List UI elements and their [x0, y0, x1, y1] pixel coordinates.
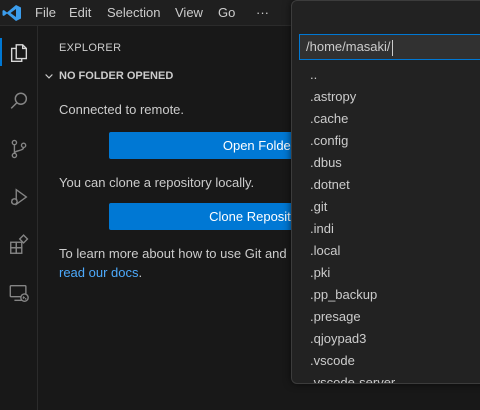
learn-text-end: . — [138, 265, 143, 280]
docs-link[interactable]: read our docs — [59, 265, 139, 280]
chevron-down-icon — [39, 68, 59, 84]
path-input[interactable]: /home/masaki/ — [299, 34, 480, 60]
list-item[interactable]: .pki — [292, 262, 480, 284]
text-caret — [391, 39, 393, 56]
list-item[interactable]: .astropy — [292, 86, 480, 108]
learn-text: To learn more about how to use Git and — [59, 246, 287, 261]
menu-file[interactable]: File — [33, 0, 58, 26]
list-item[interactable]: .. — [292, 64, 480, 86]
search-icon[interactable] — [0, 84, 38, 118]
files-icon[interactable] — [0, 36, 38, 70]
menu-go[interactable]: Go — [216, 0, 237, 26]
menu-more[interactable]: ··· — [254, 0, 271, 26]
list-item[interactable]: .vscode-server — [292, 372, 480, 383]
extensions-icon[interactable] — [0, 228, 38, 262]
list-item[interactable]: .git — [292, 196, 480, 218]
path-suggestion-list: .. .astropy .cache .config .dbus .dotnet… — [292, 64, 480, 383]
menu-edit[interactable]: Edit — [67, 0, 93, 26]
clone-text: You can clone a repository locally. — [59, 175, 255, 190]
list-item[interactable]: .local — [292, 240, 480, 262]
run-debug-icon[interactable] — [0, 180, 38, 214]
vscode-logo-icon — [2, 4, 22, 22]
explorer-title: EXPLORER — [59, 42, 122, 54]
connected-text: Connected to remote. — [59, 102, 185, 117]
no-folder-section-header[interactable]: NO FOLDER OPENED — [39, 66, 173, 86]
list-item[interactable]: .dbus — [292, 152, 480, 174]
menu-view[interactable]: View — [173, 0, 205, 26]
menu-selection[interactable]: Selection — [105, 0, 162, 26]
list-item[interactable]: .presage — [292, 306, 480, 328]
remote-explorer-icon[interactable] — [0, 276, 38, 310]
list-item[interactable]: .cache — [292, 108, 480, 130]
list-item[interactable]: .dotnet — [292, 174, 480, 196]
quick-pick-widget: /home/masaki/ .. .astropy .cache .config… — [291, 0, 480, 384]
list-item[interactable]: .pp_backup — [292, 284, 480, 306]
learn-text-line2: read our docs. — [59, 265, 142, 280]
list-item[interactable]: .qjoypad3 — [292, 328, 480, 350]
source-control-icon[interactable] — [0, 132, 38, 166]
list-item[interactable]: .indi — [292, 218, 480, 240]
list-item[interactable]: .vscode — [292, 350, 480, 372]
activity-bar — [0, 26, 38, 410]
section-header-label: NO FOLDER OPENED — [59, 70, 174, 82]
path-input-value: /home/masaki/ — [306, 39, 391, 54]
list-item[interactable]: .config — [292, 130, 480, 152]
